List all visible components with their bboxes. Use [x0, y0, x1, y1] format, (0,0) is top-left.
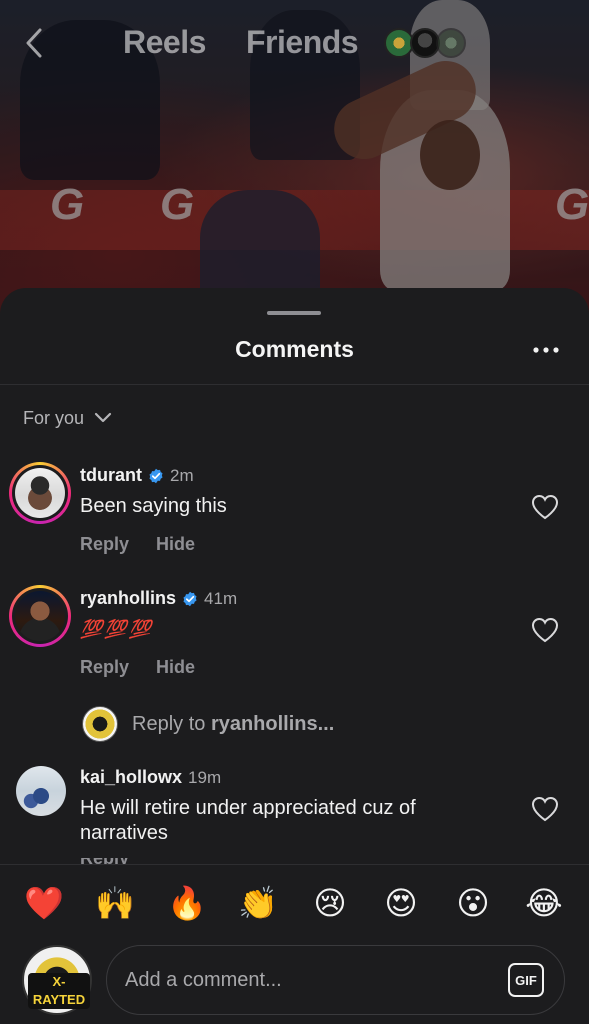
comment-timestamp: 41m: [204, 588, 238, 608]
emoji-surprised-button[interactable]: 😮: [453, 883, 493, 923]
emoji-crying-button[interactable]: 😢: [310, 883, 350, 923]
comment-item: ryanhollins 41m 💯💯💯 Reply Hide: [0, 581, 589, 691]
friend-avatar: [436, 28, 466, 58]
top-bar: Reels Friends: [0, 18, 589, 68]
sheet-drag-handle[interactable]: [267, 311, 321, 315]
comment-composer-bar: ❤️ 🙌 🔥 👏 😢 😍 😮 😂 X-RAYTED GIF: [0, 864, 589, 1024]
hide-button[interactable]: Hide: [156, 657, 195, 678]
reply-prompt-prefix: Reply to: [132, 712, 206, 735]
comment-text: He will retire under appreciated cuz of …: [80, 797, 416, 844]
avatar[interactable]: [16, 766, 66, 816]
tab-reels[interactable]: Reels: [123, 24, 206, 61]
emoji-laughing-button[interactable]: 😂: [524, 883, 564, 923]
like-heart-icon[interactable]: [531, 617, 559, 643]
emoji-raised-hands-button[interactable]: 🙌: [95, 883, 135, 923]
emoji-heart-button[interactable]: ❤️: [24, 883, 64, 923]
comment-username[interactable]: kai_hollowx: [80, 767, 182, 788]
quick-emoji-bar: ❤️ 🙌 🔥 👏 😢 😍 😮 😂: [0, 883, 589, 923]
emoji-clap-button[interactable]: 👏: [238, 883, 278, 923]
back-chevron-icon[interactable]: [22, 26, 46, 60]
filter-label: For you: [23, 407, 85, 428]
comment-username[interactable]: ryanhollins: [80, 588, 176, 609]
avatar-logo-text: X-RAYTED: [28, 973, 90, 1009]
avatar[interactable]: [9, 585, 71, 647]
comment-item: tdurant 2m Been saying this Reply Hide: [0, 458, 589, 568]
emoji-fire-button[interactable]: 🔥: [167, 883, 207, 923]
reply-prompt-username: ryanhollins...: [210, 712, 335, 735]
avatar[interactable]: [9, 462, 71, 524]
reply-button[interactable]: Reply: [80, 657, 129, 678]
divider: [0, 384, 589, 385]
comment-filter-dropdown[interactable]: For you: [23, 405, 112, 431]
like-heart-icon[interactable]: [531, 796, 559, 822]
comment-username[interactable]: tdurant: [80, 465, 142, 486]
comment-timestamp: 2m: [170, 465, 194, 485]
comment-item: kai_hollowx 19m He will retire under app…: [0, 760, 589, 870]
comment-input[interactable]: [125, 946, 495, 1014]
like-heart-icon[interactable]: [531, 494, 559, 520]
tab-friends[interactable]: Friends: [246, 24, 359, 61]
comment-input-container[interactable]: GIF: [106, 945, 565, 1015]
gif-button[interactable]: GIF: [508, 963, 544, 997]
friend-avatars[interactable]: [384, 28, 474, 62]
comment-timestamp: 19m: [188, 767, 222, 787]
comment-text: 💯💯💯: [80, 619, 154, 639]
verified-badge-icon: [183, 591, 197, 606]
emoji-heart-eyes-button[interactable]: 😍: [381, 883, 421, 923]
reply-prompt[interactable]: Reply to ryanhollins...: [82, 706, 334, 742]
sheet-title: Comments: [235, 336, 354, 362]
comment-text: Been saying this: [80, 495, 227, 517]
chevron-down-icon: [94, 412, 112, 423]
avatar: [82, 706, 118, 742]
current-user-avatar[interactable]: X-RAYTED: [22, 945, 92, 1015]
verified-badge-icon: [149, 468, 163, 483]
reply-button[interactable]: Reply: [80, 534, 129, 555]
more-options-icon[interactable]: [531, 340, 561, 360]
hide-button[interactable]: Hide: [156, 534, 195, 555]
